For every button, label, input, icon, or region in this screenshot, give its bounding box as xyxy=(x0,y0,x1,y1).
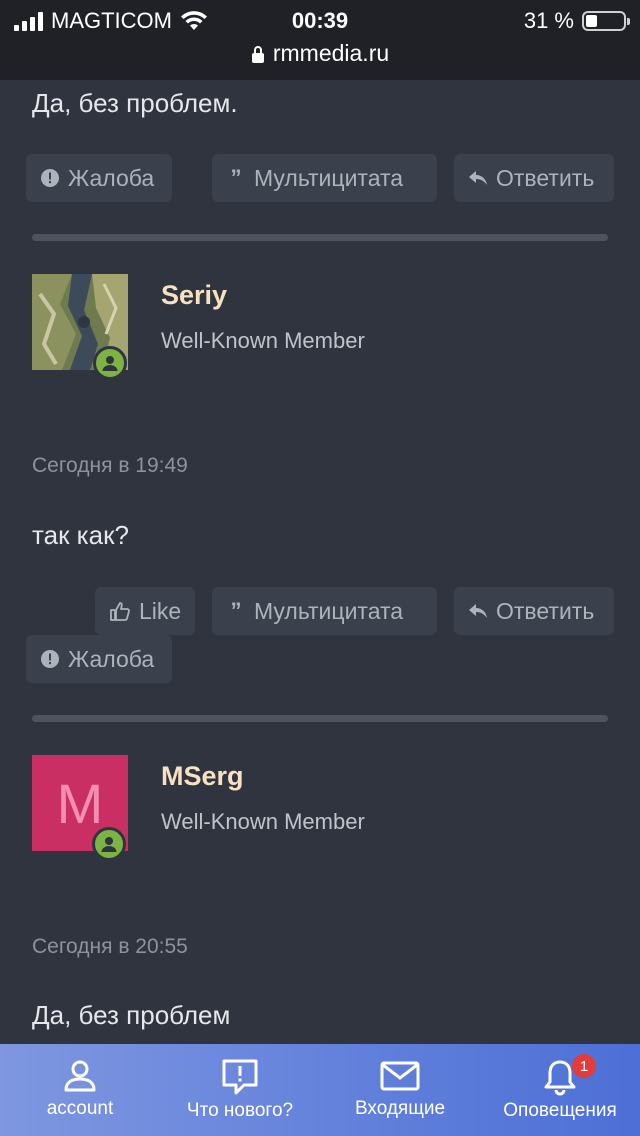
reply-icon xyxy=(469,171,487,185)
post-date[interactable]: Сегодня в 19:49 xyxy=(32,454,188,478)
avatar-letter: M xyxy=(56,771,104,835)
report-button[interactable]: Жалоба xyxy=(26,635,172,683)
post-text: так как? xyxy=(32,520,129,550)
reply-button[interactable]: Ответить xyxy=(454,587,614,635)
thread-content[interactable]: Да, без проблем. Жалоба ” Мультицитата О… xyxy=(0,80,640,1044)
quote-icon: ” xyxy=(230,165,242,190)
address-bar[interactable]: rmmedia.ru xyxy=(0,40,640,67)
bottom-tab-bar: account Что нового? Входящие 1 Оповещени… xyxy=(0,1044,640,1136)
tab-account[interactable]: account xyxy=(0,1044,160,1136)
battery-percent: 31 % xyxy=(523,8,574,33)
user-title: Well-Known Member xyxy=(161,328,365,353)
online-status-icon xyxy=(93,346,127,380)
post-divider xyxy=(32,234,608,241)
multiquote-button[interactable]: ” Мультицитата xyxy=(212,587,437,635)
lock-icon xyxy=(251,45,264,63)
report-icon xyxy=(41,650,59,668)
online-status-icon xyxy=(92,827,126,861)
tab-inbox[interactable]: Входящие xyxy=(320,1044,480,1136)
like-button[interactable]: Like xyxy=(95,587,195,635)
username[interactable]: MSerg xyxy=(161,761,244,792)
post-text: Да, без проблем. xyxy=(32,88,238,118)
user-title: Well-Known Member xyxy=(161,809,365,834)
multiquote-button[interactable]: ” Мультицитата xyxy=(212,154,437,202)
post-divider xyxy=(32,715,608,722)
alerts-badge: 1 xyxy=(572,1054,596,1078)
thumbs-up-icon xyxy=(110,602,130,621)
report-icon xyxy=(41,169,59,187)
username[interactable]: Seriy xyxy=(161,280,227,311)
reply-icon xyxy=(469,604,487,618)
reply-button[interactable]: Ответить xyxy=(454,154,614,202)
url-text: rmmedia.ru xyxy=(272,40,390,66)
post-text: Да, без проблем xyxy=(32,1000,231,1030)
status-bar: MAGTICOM 00:39 31 % rmmedia.ru xyxy=(0,0,640,80)
quote-icon: ” xyxy=(230,598,242,623)
battery-group: 31 % xyxy=(523,8,630,34)
post-date[interactable]: Сегодня в 20:55 xyxy=(32,935,188,959)
report-button[interactable]: Жалоба xyxy=(26,154,172,202)
tab-alerts[interactable]: 1 Оповещения xyxy=(480,1044,640,1136)
tab-whats-new[interactable]: Что нового? xyxy=(160,1044,320,1136)
user-icon xyxy=(64,1060,96,1092)
envelope-icon xyxy=(380,1061,420,1091)
battery-icon xyxy=(582,11,630,31)
alert-bubble-icon xyxy=(222,1059,258,1095)
